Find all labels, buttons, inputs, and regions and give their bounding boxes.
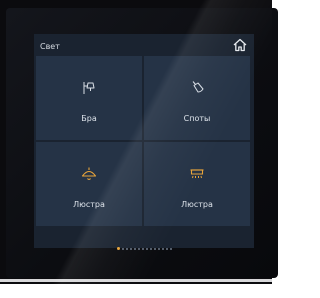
spotlight-icon: [192, 81, 204, 93]
page-dot[interactable]: [133, 247, 136, 250]
device-frame: Свет Бра Споты Люстра Люстра: [0, 0, 278, 298]
tile-spotlights[interactable]: Споты: [144, 56, 250, 140]
page-dot[interactable]: [169, 247, 172, 250]
page-dot[interactable]: [145, 247, 148, 250]
tile-label: Люстра: [73, 200, 105, 209]
page-dot[interactable]: [149, 247, 152, 250]
tile-label: Споты: [183, 114, 211, 123]
page-indicator[interactable]: [34, 238, 254, 250]
page-dot[interactable]: [141, 247, 144, 250]
tile-label: Люстра: [181, 200, 213, 209]
page-dot-active[interactable]: [116, 247, 120, 250]
background: [0, 284, 272, 298]
screen-title: Свет: [40, 42, 60, 51]
tile-chandelier-2[interactable]: Люстра: [144, 142, 250, 226]
page-dot[interactable]: [125, 247, 128, 250]
ceiling-lamp-icon: [81, 167, 97, 181]
lighting-screen: Свет Бра Споты Люстра Люстра: [34, 34, 254, 250]
linear-chandelier-icon: [190, 169, 204, 179]
tile-wall-lamp[interactable]: Бра: [36, 56, 142, 140]
page-dot[interactable]: [121, 247, 124, 250]
device-grid: Бра Споты Люстра Люстра: [36, 56, 250, 226]
tile-chandelier[interactable]: Люстра: [36, 142, 142, 226]
page-dot[interactable]: [157, 247, 160, 250]
page-dot[interactable]: [137, 247, 140, 250]
device-edge: [0, 279, 272, 282]
page-dot[interactable]: [165, 247, 168, 250]
page-dot[interactable]: [129, 247, 132, 250]
tile-label: Бра: [81, 114, 97, 123]
wall-lamp-icon: [83, 82, 95, 94]
home-icon[interactable]: [232, 37, 248, 53]
page-dot[interactable]: [153, 247, 156, 250]
page-dot[interactable]: [161, 247, 164, 250]
